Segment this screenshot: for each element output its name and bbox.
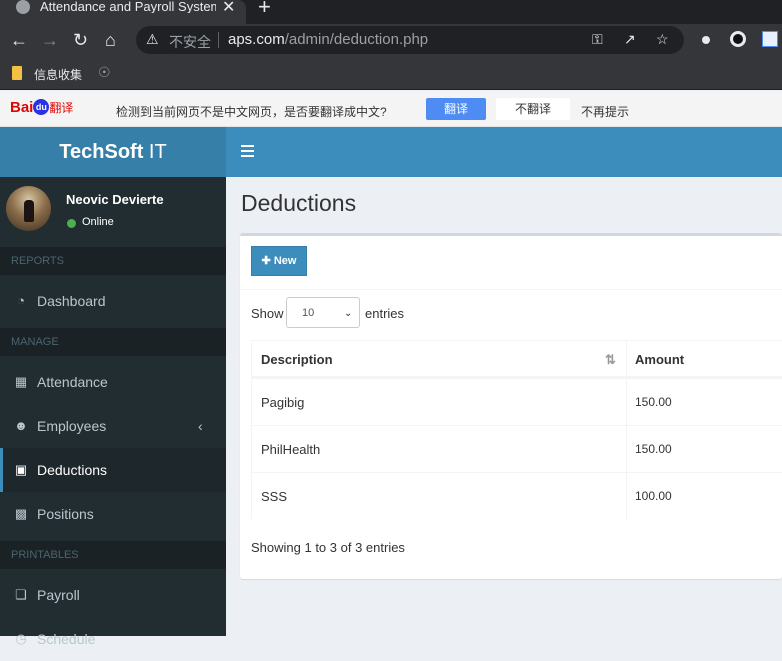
bookmark-item[interactable]: 信息收集 [34, 66, 82, 83]
sidebar-item-payroll[interactable]: ❏ Payroll [0, 573, 226, 617]
online-status-dot-icon [67, 219, 76, 228]
brand-bold: TechSoft [59, 141, 144, 163]
home-icon[interactable]: ⌂ [105, 29, 116, 51]
bookmark-star-icon[interactable]: ☆ [656, 31, 669, 48]
insecure-label: 不安全 [169, 34, 211, 50]
bookmark-folder-icon [12, 66, 22, 80]
bookmarks-bar: 信息收集 ☉ [0, 58, 782, 90]
column-header-description[interactable]: Description ⇅ [251, 340, 627, 378]
plus-icon: ✚ [261, 255, 274, 267]
sidebar-item-schedule[interactable]: ◷ Schedule [0, 617, 226, 661]
translate-message: 检测到当前网页不是中文网页，是否要翻译成中文? [116, 105, 387, 119]
user-status: Online [82, 216, 114, 228]
dashboard-icon: ◔ [17, 293, 25, 308]
sidebar-item-label: Positions [37, 506, 94, 522]
baidu-paw-icon: du [33, 99, 50, 115]
show-label: Show [251, 306, 284, 321]
avatar [6, 186, 51, 231]
baidu-logo-text: Bai [10, 99, 34, 116]
app-logo[interactable]: TechSoft IT [0, 127, 226, 177]
browser-tab-bar: Attendance and Payroll System ✕ + [0, 0, 782, 24]
browser-toolbar: ← → ↻ ⌂ ⚠ 不安全 aps.com/admin/deduction.ph… [0, 24, 782, 58]
hamburger-menu-icon[interactable] [241, 145, 254, 157]
chevron-left-icon[interactable]: ‹ [198, 404, 203, 448]
browser-tab[interactable]: Attendance and Payroll System ✕ [0, 0, 246, 24]
sidebar-item-positions[interactable]: ▩ Positions [0, 492, 226, 536]
box-header: ✚ New [240, 236, 782, 290]
sidebar-item-label: Dashboard [37, 293, 106, 309]
entries-per-page-select[interactable]: 10 ⌄ [286, 297, 360, 328]
page-title: Deductions [241, 190, 357, 216]
content-box: ✚ New Show 10 ⌄ entries Description ⇅ Am… [240, 233, 782, 579]
translate-button[interactable]: 翻译 [426, 98, 486, 120]
table-cell-amount: 100.00 [627, 472, 782, 519]
share-icon[interactable]: ↗ [624, 31, 636, 48]
globe-icon [16, 0, 30, 14]
address-bar[interactable]: ⚠ 不安全 aps.com/admin/deduction.php ⚿ ↗ ☆ [136, 26, 684, 54]
table-cell-amount: 150.00 [627, 378, 782, 425]
back-icon[interactable]: ← [10, 29, 28, 51]
entries-value: 10 [302, 307, 315, 319]
user-panel: Neovic Devierte Online [0, 177, 226, 241]
no-translate-button[interactable]: 不翻译 [496, 98, 570, 120]
close-tab-icon[interactable]: ✕ [222, 0, 235, 17]
sidebar-item-label: Deductions [37, 462, 108, 478]
sidebar-item-attendance[interactable]: ▦ Attendance [0, 360, 226, 404]
sidebar-item-employees[interactable]: ☻ Employees ‹ [0, 404, 226, 448]
forward-icon[interactable]: → [41, 29, 59, 51]
reload-icon[interactable]: ↻ [73, 29, 88, 51]
column-header-label: Description [261, 352, 333, 367]
translate-bar: Bai du 翻译 检测到当前网页不是中文网页，是否要翻译成中文? 翻译 不翻译 不… [0, 91, 782, 127]
sidebar-item-label: Payroll [37, 587, 80, 603]
tab-title: Attendance and Payroll System [40, 0, 216, 13]
baidu-logo: Bai du 翻译 [10, 99, 73, 116]
baidu-logo-suffix: 翻译 [49, 101, 74, 115]
sidebar-item-dashboard[interactable]: ◔ Dashboard [0, 279, 226, 323]
key-icon[interactable]: ⚿ [592, 31, 603, 48]
briefcase-icon: ▩ [14, 506, 28, 521]
url-path: /admin/deduction.php [284, 31, 429, 48]
user-name: Neovic Devierte [66, 192, 164, 207]
sidebar-item-label: Schedule [37, 631, 96, 647]
section-header-printables: PRINTABLES [0, 541, 226, 569]
sidebar: Neovic Devierte Online REPORTS ◔ Dashboa… [0, 177, 226, 647]
calendar-icon: ▦ [14, 374, 28, 389]
entries-label: entries [365, 306, 405, 321]
new-button[interactable]: ✚ New [251, 246, 307, 276]
column-header-amount[interactable]: Amount [627, 340, 782, 378]
section-header-reports: REPORTS [0, 247, 226, 275]
new-tab-button[interactable]: + [258, 0, 271, 20]
section-header-manage: MANAGE [0, 328, 226, 356]
never-show-link[interactable]: 不再提示 [581, 103, 629, 120]
table-cell-description: PhilHealth [251, 425, 627, 472]
top-navbar [226, 127, 782, 177]
new-button-label: New [273, 255, 297, 267]
file-icon: ▣ [14, 462, 28, 477]
divider [218, 32, 219, 48]
copy-icon: ❏ [15, 587, 27, 602]
table-cell-description: SSS [251, 472, 627, 519]
chevron-down-icon: ⌄ [344, 308, 353, 319]
search-extension-icon[interactable] [702, 36, 710, 44]
translate-extension-icon[interactable] [762, 31, 778, 47]
brand-light: IT [143, 141, 167, 163]
sidebar-item-deductions[interactable]: ▣ Deductions [0, 448, 226, 492]
url-host: aps.com [228, 31, 285, 48]
globe-icon[interactable]: ☉ [98, 64, 111, 81]
sort-icon[interactable]: ⇅ [605, 341, 616, 379]
record-extension-icon[interactable] [730, 31, 746, 47]
warning-icon: ⚠ [146, 31, 159, 47]
users-icon: ☻ [14, 418, 28, 433]
url-text: aps.com/admin/deduction.php [228, 31, 428, 48]
sidebar-item-label: Employees [37, 418, 107, 434]
table-cell-amount: 150.00 [627, 425, 782, 472]
table-cell-description: Pagibig [251, 378, 627, 425]
table-info: Showing 1 to 3 of 3 entries [251, 540, 405, 555]
clock-icon: ◷ [15, 631, 27, 646]
sidebar-item-label: Attendance [37, 374, 108, 390]
